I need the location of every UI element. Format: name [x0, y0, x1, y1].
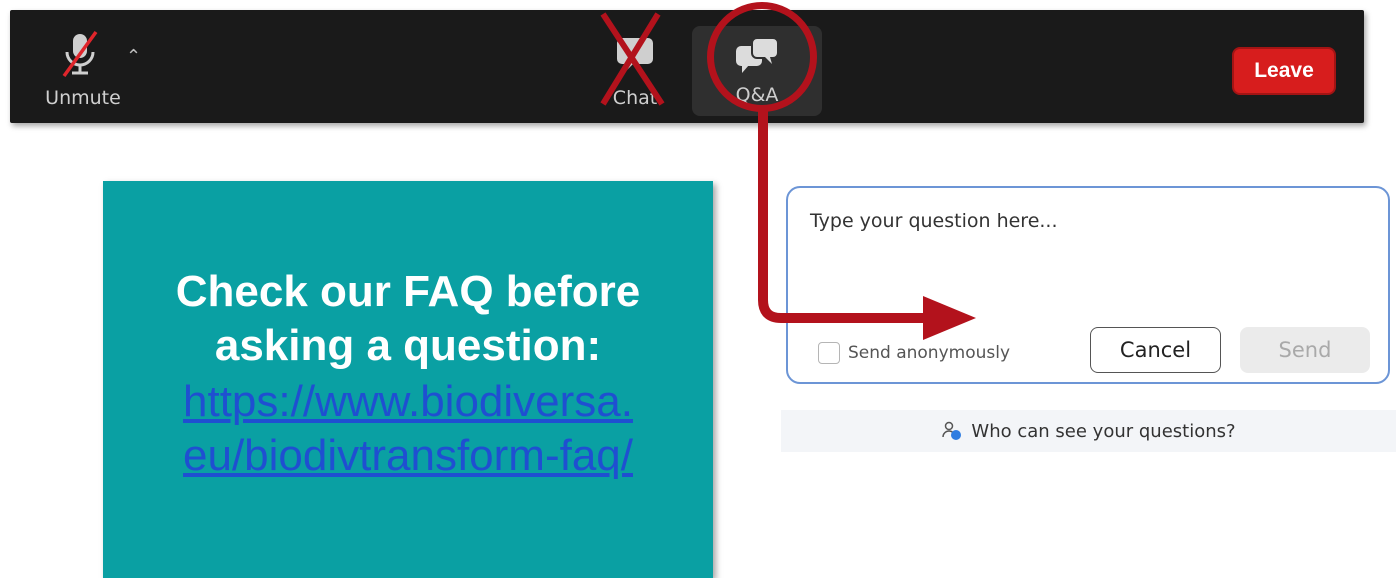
faq-link-line-2[interactable]: eu/biodivtransform-faq/ [103, 429, 713, 483]
highlight-circle [707, 2, 817, 112]
caret-up-icon[interactable]: ⌃ [126, 46, 141, 67]
chat-button[interactable]: Chat [595, 24, 675, 119]
cancel-button[interactable]: Cancel [1090, 327, 1221, 373]
leave-button[interactable]: Leave [1232, 47, 1336, 95]
faq-heading-line-2: asking a question: [214, 321, 602, 370]
person-icon [941, 420, 963, 442]
question-panel: Type your question here... Send anonymou… [786, 186, 1390, 384]
anonymous-checkbox[interactable] [818, 342, 840, 364]
chat-bubble-icon [617, 38, 653, 72]
meeting-toolbar: Unmute ⌃ Chat Q&A Leave [10, 10, 1364, 123]
send-anonymously-option[interactable]: Send anonymously [818, 342, 1010, 364]
faq-link[interactable]: https://www.biodiversa. eu/biodivtransfo… [103, 375, 713, 483]
send-button[interactable]: Send [1240, 327, 1370, 373]
unmute-button[interactable]: Unmute [38, 24, 128, 119]
anonymous-label: Send anonymously [848, 343, 1011, 363]
question-input[interactable]: Type your question here... [810, 210, 1350, 270]
faq-card: Check our FAQ before asking a question: … [103, 181, 713, 578]
faq-heading-line-1: Check our FAQ before [175, 267, 641, 316]
mic-muted-icon [62, 30, 98, 78]
faq-link-line-1[interactable]: https://www.biodiversa. [103, 375, 713, 429]
unmute-label: Unmute [45, 87, 121, 109]
who-can-see-label: Who can see your questions? [971, 420, 1236, 442]
chat-label: Chat [612, 87, 658, 109]
faq-heading: Check our FAQ before asking a question: [103, 265, 713, 373]
who-can-see-link[interactable]: Who can see your questions? [781, 410, 1396, 452]
